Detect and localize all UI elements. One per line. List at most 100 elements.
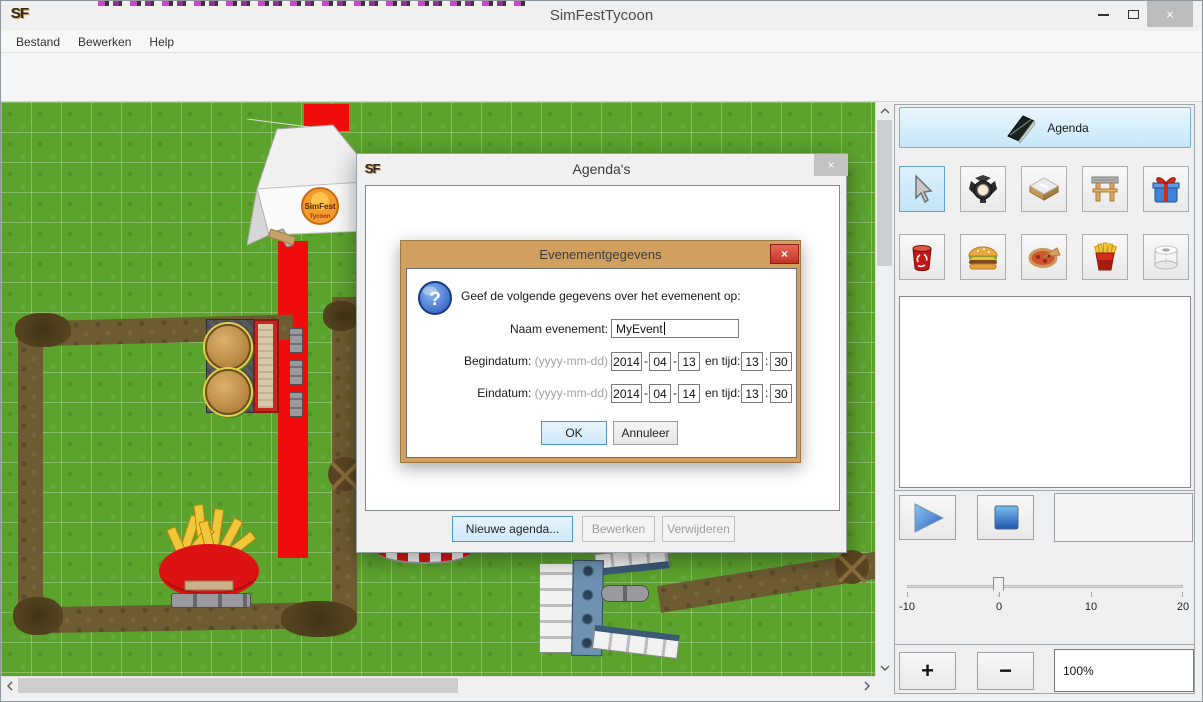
tent-logo-subtext: Tycoon [310,214,331,220]
tool-burger-button[interactable] [960,234,1006,280]
ok-label: OK [565,426,582,440]
delete-agenda-button[interactable]: Verwijderen [662,516,735,542]
close-icon: × [827,158,834,172]
objects-listbox[interactable] [899,296,1191,488]
zoom-panel: + − 100% [894,644,1195,694]
maximize-icon [1128,10,1139,19]
burger-stand-counter-top [258,324,273,408]
play-icon [908,500,948,536]
scroll-right-button[interactable] [858,677,875,694]
begin-minute-input[interactable]: 30 [770,352,792,371]
app-window: SF SimFestTycoon × Bestand Bewerken Help [0,0,1203,702]
menu-bestand[interactable]: Bestand [7,31,69,53]
fence-bottom[interactable] [592,625,680,659]
burger-prop [205,324,251,370]
date-format-hint: (yyyy-mm-dd) [535,354,608,368]
speed-slider-track[interactable] [907,585,1183,588]
event-name-input[interactable]: MyEvent [611,319,739,338]
chevron-up-icon [880,108,890,114]
path-corner [323,301,359,331]
vertical-scrollbar[interactable] [875,102,892,676]
cancel-button[interactable]: Annuleer [613,421,678,445]
slider-tick-label: 20 [1163,601,1203,613]
zoom-level-field[interactable]: 100% [1054,649,1194,692]
agenda-button[interactable]: Agenda [899,107,1191,148]
chevron-left-icon [7,681,13,691]
scroll-left-button[interactable] [1,677,18,694]
bench[interactable] [289,392,303,417]
slider-tick-label: -10 [887,601,927,613]
begin-year-input[interactable]: 2014 [611,352,642,371]
playback-status-box[interactable] [1054,493,1193,542]
maximize-button[interactable] [1119,2,1147,27]
close-button[interactable]: × [1147,1,1193,27]
time-separator: : [765,386,768,400]
tool-fries-button[interactable] [1082,234,1128,280]
stop-icon [989,501,1023,535]
tool-stage-button[interactable] [1021,166,1067,212]
edit-agenda-label: Bewerken [592,522,645,536]
menu-bewerken[interactable]: Bewerken [69,31,140,53]
stage-icon [1028,176,1060,202]
edit-agenda-button[interactable]: Bewerken [582,516,655,542]
bench[interactable] [289,360,303,385]
end-day-input[interactable]: 14 [678,384,700,403]
path-junction-marker [835,550,869,584]
event-dialog-close-button[interactable]: × [770,244,799,264]
begin-hour-input[interactable]: 13 [741,352,763,371]
toilet-paper-icon [1151,242,1181,272]
stop-button[interactable] [977,495,1034,540]
horizontal-scrollbar[interactable] [1,676,875,693]
horizontal-scroll-thumb[interactable] [18,678,458,693]
new-agenda-button[interactable]: Nieuwe agenda... [452,516,573,542]
scroll-down-button[interactable] [876,659,893,676]
title-bar[interactable]: SF SimFestTycoon × [1,1,1202,31]
window-title: SimFestTycoon [1,1,1202,31]
tool-pizza-button[interactable] [1021,234,1067,280]
agendas-dialog-close-button[interactable]: × [814,154,848,176]
fence-left[interactable] [539,563,574,653]
tool-gift-button[interactable] [1143,166,1189,212]
question-icon: ? [417,280,453,316]
play-button[interactable] [899,495,956,540]
menu-help[interactable]: Help [140,31,183,53]
close-icon: × [781,247,788,261]
plus-icon: + [921,660,934,682]
bench[interactable] [289,328,303,353]
text-caret [664,322,665,335]
scroll-up-button[interactable] [876,102,893,119]
chevron-right-icon [864,681,870,691]
zoom-level-value: 100% [1063,664,1094,678]
slider-tick [1182,592,1183,597]
minimize-button[interactable] [1089,2,1117,27]
begin-month-input[interactable]: 04 [649,352,671,371]
playback-panel: -10 0 10 20 [894,490,1195,645]
tool-select-button[interactable] [899,166,945,212]
path-corner [15,313,71,347]
tool-spotlight-button[interactable] [960,166,1006,212]
tool-gate-button[interactable] [1082,166,1128,212]
end-year-input[interactable]: 2014 [611,384,642,403]
new-agenda-label: Nieuwe agenda... [466,522,559,536]
gift-icon [1150,174,1182,204]
name-label: Naam evenement: [407,322,608,336]
zoom-out-button[interactable]: − [977,652,1034,690]
path-corner [13,597,63,635]
ok-button[interactable]: OK [541,421,607,445]
tool-trash-button[interactable] [899,234,945,280]
tool-toilet-paper-button[interactable] [1143,234,1189,280]
begin-day-input[interactable]: 13 [678,352,700,371]
slider-tick-label: 10 [1071,601,1111,613]
slider-tick [907,592,908,597]
burger-icon [966,243,1000,271]
date-format-hint: (yyyy-mm-dd) [535,386,608,400]
vertical-scroll-thumb[interactable] [877,120,892,266]
bench[interactable] [171,593,251,608]
zoom-in-button[interactable]: + [899,652,956,690]
begin-date-label: Begindatum: (yyyy-mm-dd) [407,354,608,368]
end-month-input[interactable]: 04 [649,384,671,403]
pizza-icon [1027,244,1061,270]
end-minute-input[interactable]: 30 [770,384,792,403]
bench[interactable] [601,585,649,602]
end-hour-input[interactable]: 13 [741,384,763,403]
